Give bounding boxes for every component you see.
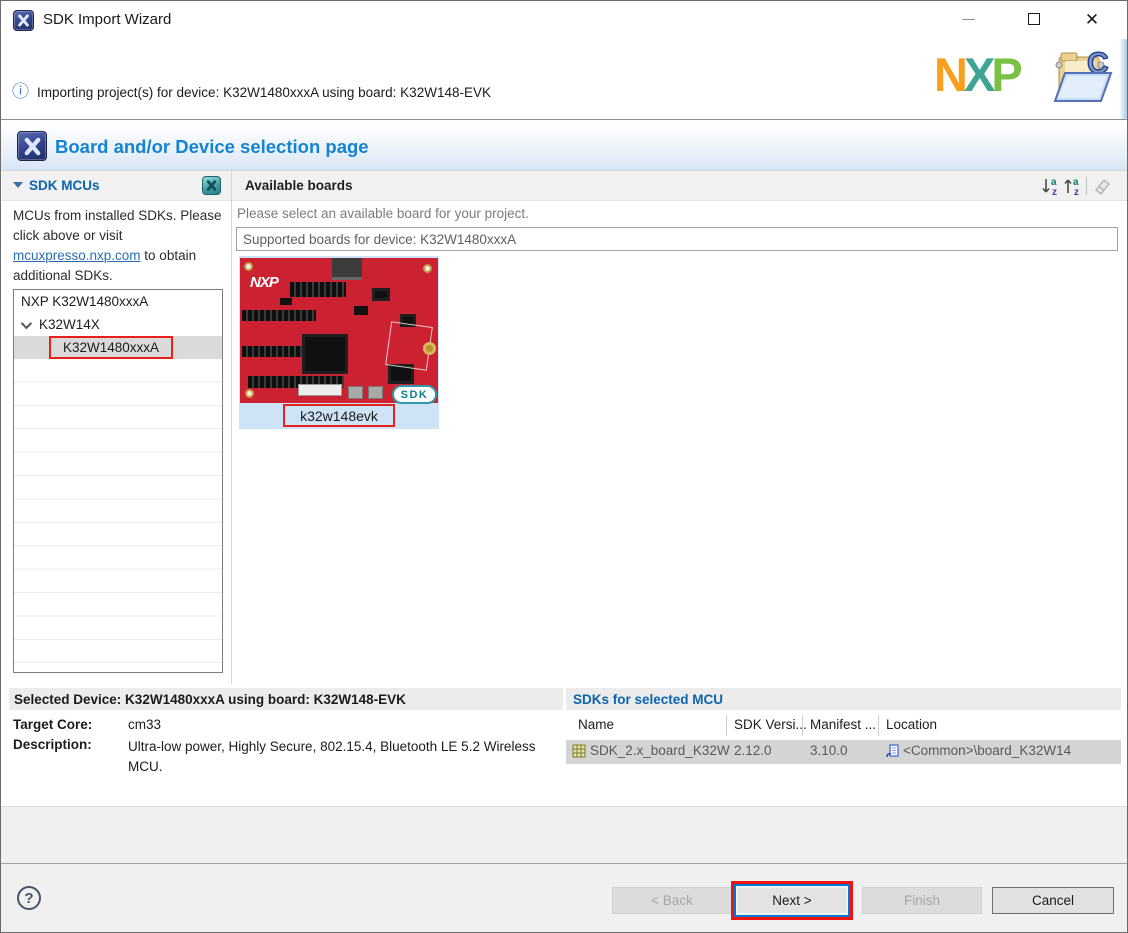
clear-filter-eraser-icon[interactable]	[1091, 175, 1112, 196]
mounting-hole	[244, 262, 253, 271]
column-separator[interactable]	[878, 715, 879, 736]
push-button	[368, 386, 383, 399]
mcuxpresso-x-icon	[13, 10, 34, 31]
tree-empty-rows	[14, 359, 222, 672]
mounting-hole	[245, 389, 254, 398]
mcu-tree: NXP K32W1480xxxA K32W14X K32W1480xxxA	[13, 289, 223, 673]
sdk-badge: SDK	[392, 385, 437, 404]
board-name-label: k32w148evk	[300, 407, 378, 424]
small-chip	[354, 306, 368, 315]
banner-message: Importing project(s) for device: K32W148…	[37, 85, 491, 100]
title-bar: SDK Import Wizard ✕	[1, 1, 1127, 39]
svg-text:z: z	[1052, 187, 1057, 196]
next-button[interactable]: Next >	[734, 884, 850, 917]
page-title: Board and/or Device selection page	[55, 136, 369, 157]
available-boards-panel-header	[232, 171, 1127, 201]
column-separator[interactable]	[726, 715, 727, 736]
annotation-highlight-next: Next >	[731, 881, 853, 920]
window-title: SDK Import Wizard	[43, 11, 172, 28]
mounting-hole	[423, 264, 432, 273]
sma-connector	[423, 342, 436, 355]
available-boards-title: Available boards	[245, 178, 353, 193]
annotation-highlight-device: K32W1480xxxA	[49, 336, 173, 359]
board-tile-k32w148evk[interactable]: NXP SDK k32w148evk	[239, 256, 439, 429]
label-sticker	[298, 384, 342, 396]
tree-item-root[interactable]: NXP K32W1480xxxA	[14, 290, 222, 313]
column-header-sdk-version[interactable]: SDK Versi...	[734, 717, 807, 732]
sort-ascending-icon[interactable]: a z	[1062, 175, 1083, 196]
collapse-caret-icon	[13, 182, 23, 188]
info-icon: ⓘ	[12, 82, 29, 101]
column-header-location[interactable]: Location	[886, 717, 937, 732]
description-value: Ultra-low power, Highly Secure, 802.15.4…	[128, 739, 536, 774]
svg-text:z: z	[1074, 187, 1079, 196]
pin-header	[242, 310, 316, 321]
pcb-nxp-silkscreen: NXP	[250, 274, 279, 291]
wizard-x-icon	[17, 131, 47, 161]
pin-header	[290, 282, 346, 297]
minimize-icon	[961, 18, 975, 20]
location-cell: <Common>\board_K32W14	[903, 743, 1072, 758]
board-filter-input[interactable]	[236, 227, 1118, 251]
column-header-name[interactable]: Name	[578, 717, 614, 732]
description-label: Description:	[13, 737, 92, 752]
small-chip	[372, 288, 390, 301]
push-button	[348, 386, 363, 399]
close-button[interactable]: ✕	[1069, 1, 1115, 37]
manifest-version-cell: 3.10.0	[810, 743, 848, 758]
mcuxpresso-link[interactable]: mcuxpresso.nxp.com	[13, 248, 141, 263]
column-header-manifest[interactable]: Manifest ...	[810, 717, 876, 732]
maximize-button[interactable]	[1011, 1, 1057, 37]
minimize-button[interactable]	[945, 1, 991, 37]
back-button[interactable]: < Back	[612, 887, 732, 914]
window-edge-shading	[1119, 39, 1127, 119]
toolbar-separator	[1086, 177, 1087, 195]
sdk-package-icon	[572, 744, 586, 761]
chevron-down-icon[interactable]	[20, 317, 33, 329]
cancel-button[interactable]: Cancel	[992, 887, 1114, 914]
panel-divider	[231, 171, 232, 684]
sort-descending-icon[interactable]: a z	[1040, 175, 1061, 196]
target-core-value: cm33	[128, 717, 162, 732]
location-type-icon	[885, 744, 900, 762]
c-project-folder-icon: C	[1049, 45, 1123, 114]
annotation-highlight-board: k32w148evk	[283, 404, 395, 427]
sdk-mcus-title[interactable]: SDK MCUs	[13, 178, 100, 193]
nxp-logo: NXP	[934, 48, 1023, 101]
sdk-import-wizard-window: SDK Import Wizard ✕ ⓘ Importing project(…	[0, 0, 1128, 933]
sdk-name-cell: SDK_2.x_board_K32W	[590, 743, 730, 758]
target-core-label: Target Core:	[13, 717, 93, 732]
maximize-icon	[1028, 13, 1040, 25]
boards-subtitle: Please select an available board for you…	[237, 206, 529, 221]
finish-button[interactable]: Finish	[862, 887, 982, 914]
usb-connector	[332, 258, 362, 280]
tree-item-device-selected[interactable]: K32W1480xxxA	[14, 336, 222, 359]
small-chip	[280, 298, 292, 305]
tree-item-family[interactable]: K32W14X	[14, 313, 222, 336]
board-photo: NXP	[240, 258, 438, 403]
clear-mcu-filter-icon[interactable]	[202, 176, 221, 195]
mcu-chip	[302, 334, 348, 374]
help-button[interactable]: ?	[17, 886, 41, 910]
sdk-version-cell: 2.12.0	[734, 743, 772, 758]
content-bottom-spacer	[1, 806, 1127, 863]
close-icon: ✕	[1084, 9, 1100, 29]
selected-device-header: Selected Device: K32W1480xxxA using boar…	[9, 688, 563, 710]
column-separator[interactable]	[802, 715, 803, 736]
sdks-for-mcu-header: SDKs for selected MCU	[566, 688, 1121, 710]
sdk-mcus-description: MCUs from installed SDKs. Please click a…	[13, 208, 222, 283]
